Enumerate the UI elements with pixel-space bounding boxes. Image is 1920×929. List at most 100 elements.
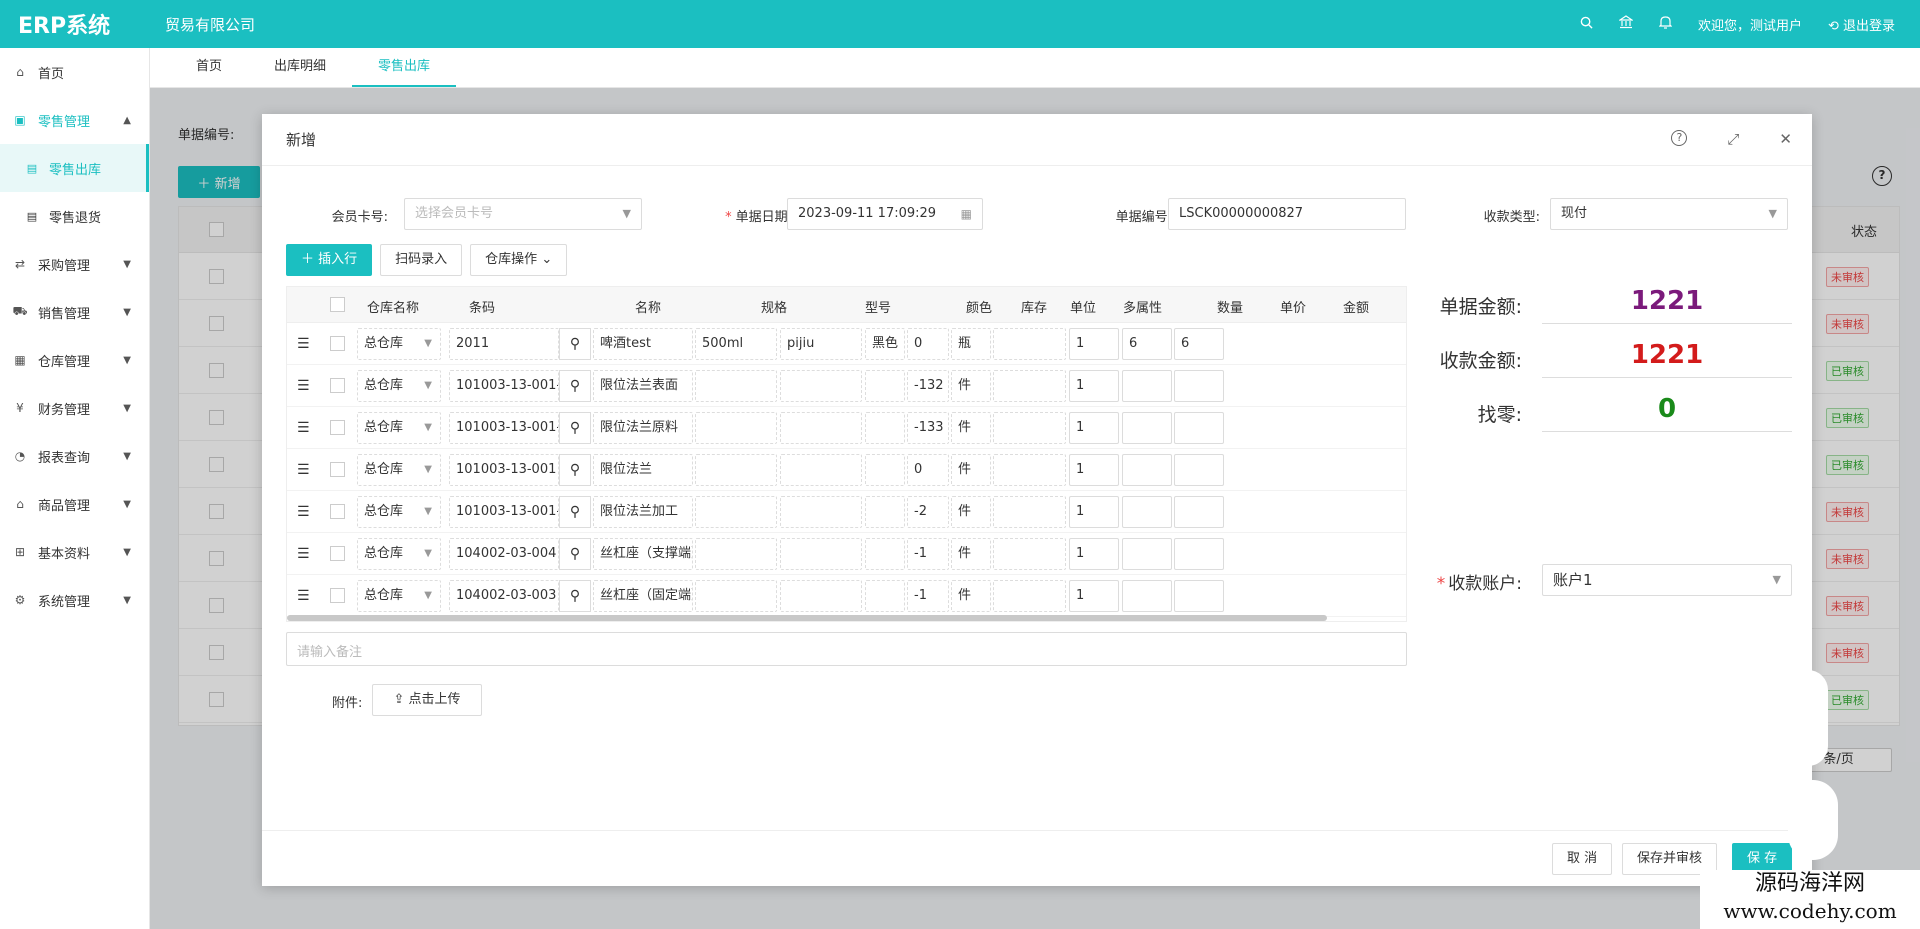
spec-cell[interactable]: 500ml <box>695 328 777 360</box>
close-icon[interactable]: ✕ <box>1779 130 1792 148</box>
name-cell[interactable]: 丝杠座（支撑端） <box>593 538 693 570</box>
barcode-input[interactable]: 104002-03-003 <box>449 580 559 612</box>
qty-input[interactable]: 1 <box>1069 370 1119 402</box>
unit-cell[interactable]: 件 <box>951 496 991 528</box>
sidebar-item-finance[interactable]: ¥ 财务管理 ▼ <box>0 384 149 432</box>
color-cell[interactable] <box>865 412 905 444</box>
qty-input[interactable]: 1 <box>1069 580 1119 612</box>
amount-input[interactable] <box>1174 454 1224 486</box>
bank-icon[interactable] <box>1617 15 1634 33</box>
barcode-search-icon[interactable]: ⚲ <box>559 538 591 570</box>
tab-home[interactable]: 首页 <box>170 51 248 87</box>
price-input[interactable] <box>1122 412 1172 444</box>
scan-button[interactable]: 扫码录入 <box>380 244 463 276</box>
tab-out-detail[interactable]: 出库明细 <box>248 51 352 87</box>
row-checkbox[interactable] <box>330 462 345 477</box>
amount-input[interactable]: 6 <box>1174 328 1224 360</box>
insert-row-button[interactable]: ＋ 插入行 <box>286 244 373 276</box>
unit-cell[interactable]: 件 <box>951 580 991 612</box>
model-cell[interactable] <box>780 370 862 402</box>
fullscreen-icon[interactable]: ⤢ <box>1727 130 1739 148</box>
qty-input[interactable]: 1 <box>1069 328 1119 360</box>
drag-handle-icon[interactable]: ☰ <box>297 420 310 436</box>
barcode-input[interactable]: 101003-13-001 <box>449 454 559 486</box>
color-cell[interactable] <box>865 538 905 570</box>
select-all-checkbox[interactable] <box>330 297 345 312</box>
spec-cell[interactable] <box>695 454 777 486</box>
billno-input[interactable]: LSCK00000000827 <box>1168 198 1406 230</box>
barcode-search-icon[interactable]: ⚲ <box>559 454 591 486</box>
spec-cell[interactable] <box>695 370 777 402</box>
model-cell[interactable] <box>780 412 862 444</box>
warehouse-select[interactable]: 总仓库 ▼ <box>357 328 441 360</box>
row-checkbox[interactable] <box>330 378 345 393</box>
sidebar-item-basic[interactable]: ⊞ 基本资料 ▼ <box>0 528 149 576</box>
stock-cell[interactable]: -133 <box>907 412 949 444</box>
unit-cell[interactable]: 件 <box>951 412 991 444</box>
warehouse-op-button[interactable]: 仓库操作 ⌄ <box>470 244 568 276</box>
color-cell[interactable] <box>865 454 905 486</box>
attrs-cell[interactable] <box>993 370 1066 402</box>
unit-cell[interactable]: 瓶 <box>951 328 991 360</box>
row-checkbox[interactable] <box>330 546 345 561</box>
horizontal-scrollbar[interactable] <box>287 615 1327 621</box>
model-cell[interactable] <box>780 496 862 528</box>
warehouse-select[interactable]: 总仓库 ▼ <box>357 370 441 402</box>
model-cell[interactable]: pijiu <box>780 328 862 360</box>
sidebar-subitem-retail-return[interactable]: ▤ 零售退货 <box>0 192 149 240</box>
unit-cell[interactable]: 件 <box>951 370 991 402</box>
logout-link[interactable]: ⟲ 退出登录 <box>1828 15 1895 34</box>
barcode-search-icon[interactable]: ⚲ <box>559 370 591 402</box>
barcode-input[interactable]: 101003-13-001-3 <box>449 370 559 402</box>
sidebar-item-reports[interactable]: ◔ 报表查询 ▼ <box>0 432 149 480</box>
amount-input[interactable] <box>1174 580 1224 612</box>
drag-handle-icon[interactable]: ☰ <box>297 336 310 352</box>
warehouse-select[interactable]: 总仓库 ▼ <box>357 538 441 570</box>
help-icon[interactable]: ? <box>1671 130 1688 146</box>
model-cell[interactable] <box>780 538 862 570</box>
unit-cell[interactable]: 件 <box>951 538 991 570</box>
account-select[interactable]: 账户1 ▼ <box>1542 564 1792 596</box>
spec-cell[interactable] <box>695 412 777 444</box>
attrs-cell[interactable] <box>993 454 1066 486</box>
sidebar-item-retail[interactable]: ▣ 零售管理 ▲ <box>0 96 149 144</box>
color-cell[interactable] <box>865 370 905 402</box>
price-input[interactable] <box>1122 580 1172 612</box>
attrs-cell[interactable] <box>993 538 1066 570</box>
warehouse-select[interactable]: 总仓库 ▼ <box>357 496 441 528</box>
drag-handle-icon[interactable]: ☰ <box>297 546 310 562</box>
name-cell[interactable]: 丝杠座（固定端） <box>593 580 693 612</box>
spec-cell[interactable] <box>695 538 777 570</box>
barcode-input[interactable]: 2011 <box>449 328 559 360</box>
spec-cell[interactable] <box>695 496 777 528</box>
barcode-input[interactable]: 104002-03-004 <box>449 538 559 570</box>
stock-cell[interactable]: -132 <box>907 370 949 402</box>
price-input[interactable] <box>1122 370 1172 402</box>
warehouse-select[interactable]: 总仓库 ▼ <box>357 412 441 444</box>
qty-input[interactable]: 1 <box>1069 454 1119 486</box>
drag-handle-icon[interactable]: ☰ <box>297 462 310 478</box>
attrs-cell[interactable] <box>993 412 1066 444</box>
model-cell[interactable] <box>780 580 862 612</box>
sidebar-item-products[interactable]: ⌂ 商品管理 ▼ <box>0 480 149 528</box>
qty-input[interactable]: 1 <box>1069 412 1119 444</box>
search-icon[interactable] <box>1580 15 1593 33</box>
amount-input[interactable] <box>1174 496 1224 528</box>
color-cell[interactable] <box>865 496 905 528</box>
member-select[interactable]: 选择会员卡号 ▼ <box>404 198 642 230</box>
remark-textarea[interactable]: 请输入备注 <box>286 632 1407 666</box>
drag-handle-icon[interactable]: ☰ <box>297 378 310 394</box>
attrs-cell[interactable] <box>993 580 1066 612</box>
price-input[interactable] <box>1122 454 1172 486</box>
date-picker[interactable]: 2023-09-11 17:09:29 ▦ <box>787 198 983 230</box>
color-cell[interactable] <box>865 580 905 612</box>
qty-input[interactable]: 1 <box>1069 538 1119 570</box>
stock-cell[interactable]: -1 <box>907 580 949 612</box>
barcode-search-icon[interactable]: ⚲ <box>559 328 591 360</box>
amount-input[interactable] <box>1174 412 1224 444</box>
sidebar-subitem-retail-out[interactable]: ▤ 零售出库 <box>0 144 149 192</box>
stock-cell[interactable]: 0 <box>907 328 949 360</box>
cancel-button[interactable]: 取 消 <box>1552 843 1613 875</box>
warehouse-select[interactable]: 总仓库 ▼ <box>357 454 441 486</box>
barcode-search-icon[interactable]: ⚲ <box>559 412 591 444</box>
